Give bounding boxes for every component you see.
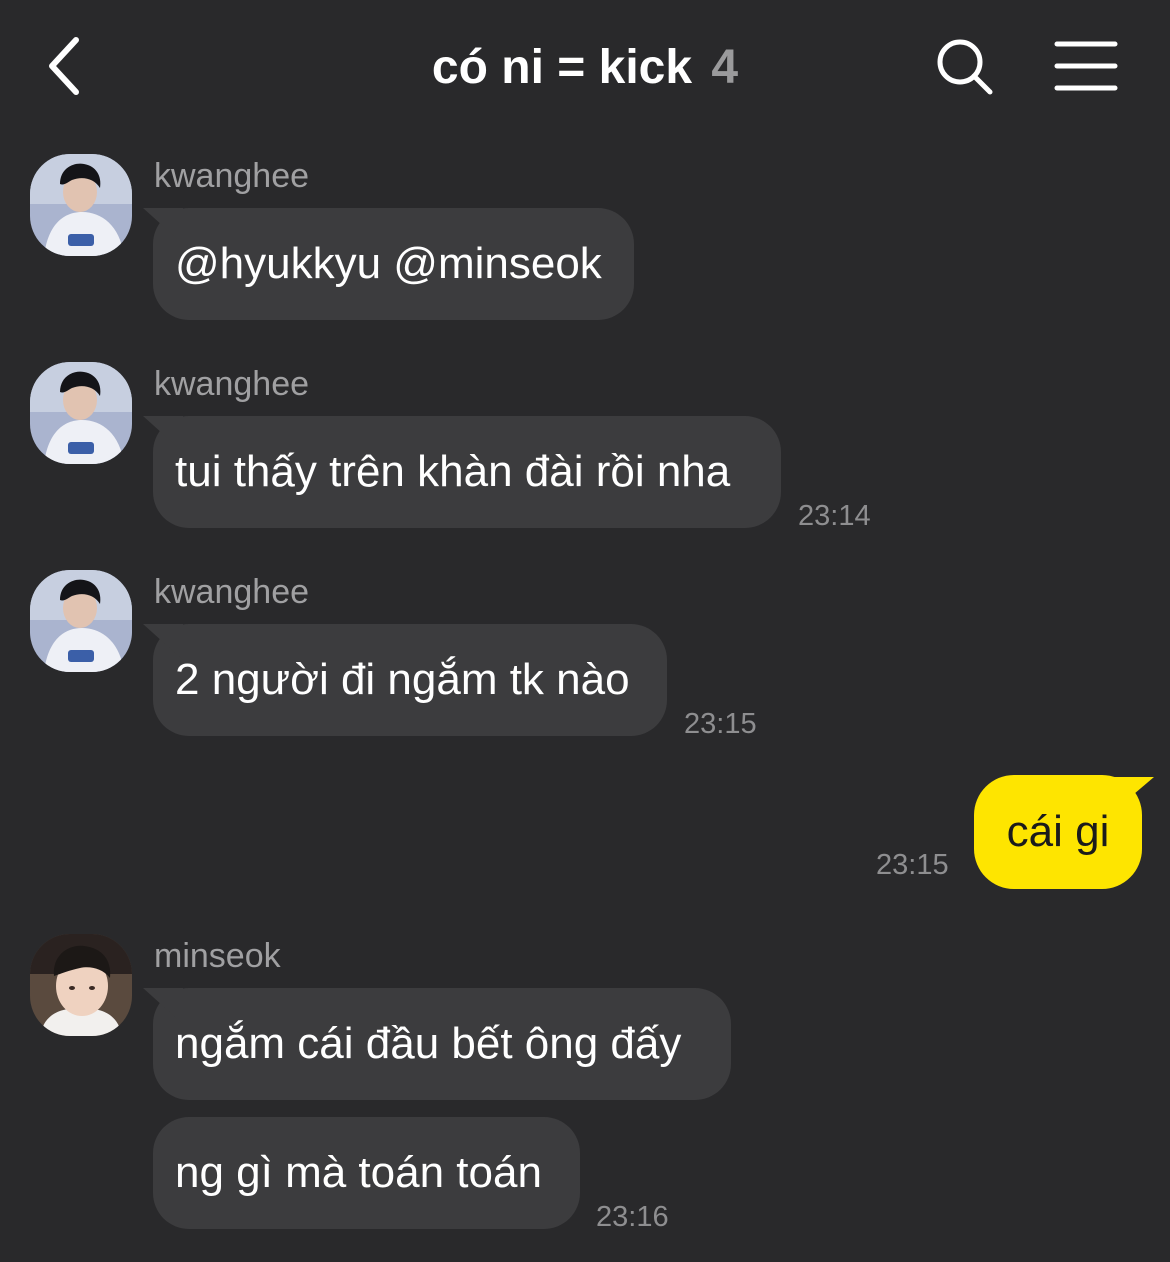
hamburger-menu-icon	[1054, 41, 1118, 91]
message-text: tui thấy trên khàn đài rồi nha	[175, 447, 731, 496]
message-text: ngắm cái đầu bết ông đấy	[175, 1019, 682, 1068]
message-text: ng gì mà toán toán	[175, 1148, 542, 1197]
sender-name: kwanghee	[154, 157, 310, 195]
message-timestamp: 23:16	[596, 1201, 669, 1233]
search-icon	[937, 39, 993, 95]
search-button[interactable]	[934, 36, 996, 98]
sender-name: minseok	[154, 937, 281, 975]
chat-room-name: có ni = kick	[431, 41, 693, 94]
my-message-bubble[interactable]: cái gi	[974, 775, 1142, 889]
message-bubble[interactable]: tui thấy trên khàn đài rồi nha	[153, 416, 781, 528]
sender-name: kwanghee	[154, 365, 310, 403]
menu-button[interactable]	[1054, 40, 1118, 92]
sender-name: kwanghee	[154, 573, 310, 611]
member-count: 4	[711, 41, 739, 94]
message-text: @hyukkyu @minseok	[175, 239, 602, 288]
message-bubble[interactable]: 2 người đi ngắm tk nào	[153, 624, 667, 736]
message-timestamp: 23:14	[798, 500, 871, 532]
avatar-kwanghee[interactable]	[30, 362, 132, 464]
message-text: cái gi	[1006, 807, 1110, 856]
message-text: 2 người đi ngắm tk nào	[175, 655, 630, 704]
avatar-kwanghee[interactable]	[30, 570, 132, 672]
chat-header: có ni = kick 4	[0, 0, 1170, 130]
message-timestamp: 23:15	[876, 849, 949, 881]
message-bubble[interactable]: @hyukkyu @minseok	[153, 208, 634, 320]
avatar-kwanghee[interactable]	[30, 154, 132, 256]
message-timestamp: 23:15	[684, 708, 757, 740]
message-bubble[interactable]: ngắm cái đầu bết ông đấy	[153, 988, 731, 1100]
message-bubble[interactable]: ng gì mà toán toán	[153, 1117, 580, 1229]
avatar-minseok[interactable]	[30, 934, 132, 1036]
